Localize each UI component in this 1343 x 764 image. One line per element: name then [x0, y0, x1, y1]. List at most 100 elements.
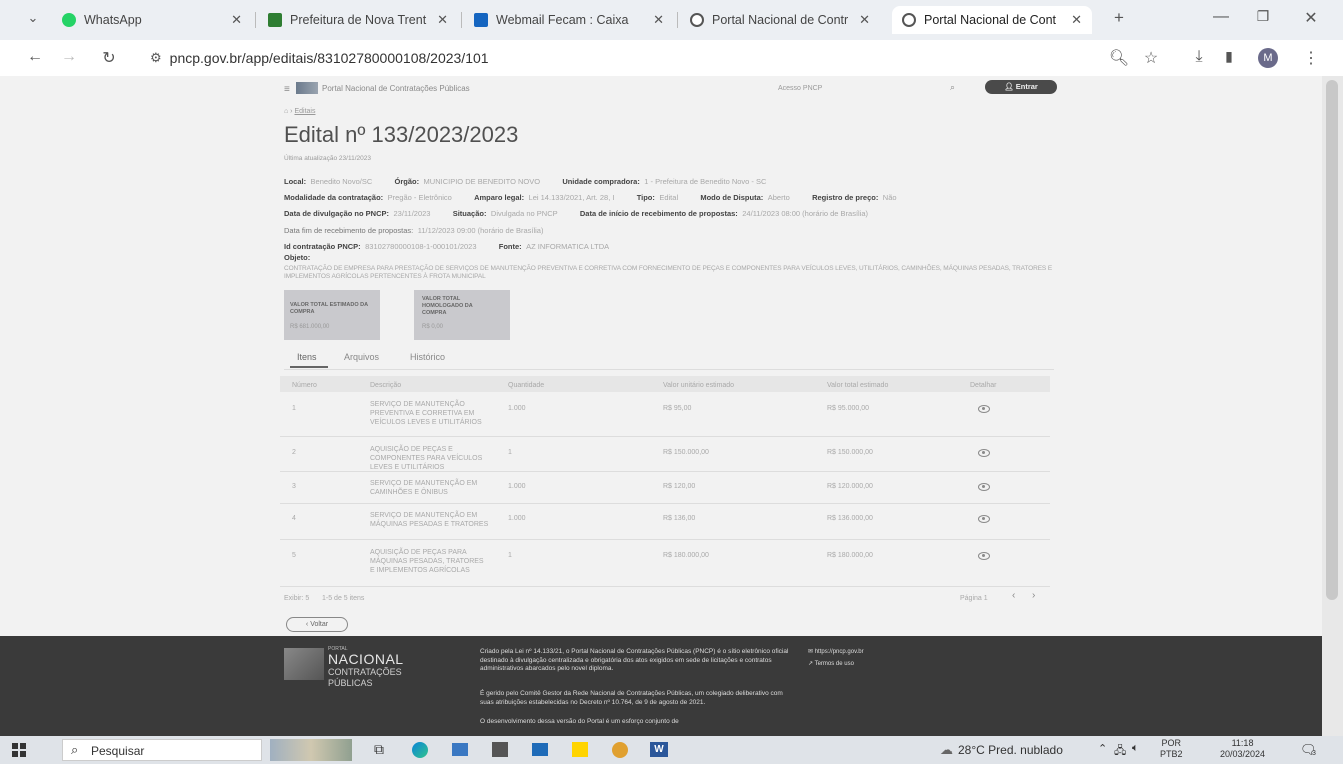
field-value: Não	[882, 193, 897, 202]
footer-paragraph-2: É gerido pelo Comitê Gestor da Rede Naci…	[480, 690, 783, 706]
tab-label: Portal Nacional de Cont	[924, 13, 1057, 27]
tab-prefeitura[interactable]: Prefeitura de Nova Trent ✕	[258, 6, 458, 34]
hamburger-menu-icon[interactable]: ≡	[284, 84, 290, 95]
whatsapp-favicon-icon	[62, 13, 76, 27]
address-bar[interactable]: ⚙ pncp.gov.br/app/editais/83102780000108…	[150, 46, 489, 70]
notification-count: 3	[1312, 750, 1316, 757]
language-indicator[interactable]: POR PTB2	[1160, 738, 1183, 760]
zoom-icon[interactable]: 🔍︎	[1108, 48, 1130, 68]
back-label: Voltar	[310, 621, 329, 628]
new-tab-plus-icon[interactable]: +	[1108, 8, 1130, 28]
store-app-icon[interactable]	[532, 743, 548, 756]
minimize-window-icon[interactable]: —	[1210, 8, 1232, 26]
tab-label: Portal Nacional de Contr	[712, 13, 849, 27]
task-view-icon[interactable]: ⧉	[374, 741, 384, 758]
tab-itens[interactable]: Itens	[297, 352, 317, 362]
bookmark-star-icon[interactable]: ☆	[1140, 48, 1162, 68]
objeto-label: Objeto:	[284, 253, 311, 262]
reload-icon[interactable]: ↻	[98, 48, 120, 68]
scrollbar-thumb[interactable]	[1326, 80, 1338, 600]
view-details-eye-icon[interactable]	[978, 552, 990, 560]
tab-search-chevron-icon[interactable]: ⌄	[22, 10, 44, 26]
windows-start-icon[interactable]	[12, 743, 26, 757]
search-icon[interactable]: ⌕	[950, 82, 955, 93]
close-tab-icon[interactable]: ✕	[859, 12, 870, 28]
field-label: Fonte:	[498, 242, 522, 251]
file-explorer-icon[interactable]	[572, 742, 588, 757]
profile-avatar[interactable]: M	[1258, 48, 1278, 68]
tab-historico[interactable]: Histórico	[410, 352, 445, 362]
previous-page-chevron-icon[interactable]: ‹	[1012, 590, 1015, 601]
col-quantidade[interactable]: Quantidade	[508, 381, 544, 390]
download-icon[interactable]: ⤓	[1188, 48, 1210, 66]
tab-portal-nacional-active[interactable]: Portal Nacional de Cont ✕	[892, 6, 1092, 34]
chrome-browser-icon[interactable]	[612, 742, 628, 758]
cell-valor-unitario: R$ 150.000,00	[663, 449, 709, 456]
network-icon[interactable]: 🖧︎	[1114, 742, 1126, 761]
cell-numero: 3	[292, 483, 296, 490]
tab-label: Webmail Fecam : Caixa	[496, 13, 629, 27]
mail-app-icon[interactable]	[452, 743, 468, 756]
view-details-eye-icon[interactable]	[978, 405, 990, 413]
view-details-eye-icon[interactable]	[978, 515, 990, 523]
row-divider	[280, 471, 1050, 472]
search-highlight-image	[270, 739, 352, 761]
url-text: pncp.gov.br/app/editais/83102780000108/2…	[169, 50, 489, 66]
word-app-icon[interactable]: W	[650, 742, 668, 757]
taskbar-search-box[interactable]: ⌕ Pesquisar	[62, 739, 262, 761]
header-link[interactable]: Acesso PNCP	[778, 85, 822, 92]
browser-menu-icon[interactable]: ⋮	[1300, 48, 1322, 68]
tray-chevron-icon[interactable]: ⌃	[1098, 742, 1107, 755]
table-header: Número Descrição Quantidade Valor unitár…	[280, 376, 1050, 392]
calendar-app-icon[interactable]	[492, 742, 508, 757]
table-row: 5 AQUISIÇÃO DE PEÇAS PARA MÁQUINAS PESAD…	[280, 543, 1050, 583]
cell-quantidade: 1	[508, 449, 512, 456]
close-tab-icon[interactable]: ✕	[1071, 12, 1082, 28]
next-page-chevron-icon[interactable]: ›	[1032, 590, 1035, 601]
footer-link-1[interactable]: ✉ https://pncp.gov.br	[808, 648, 864, 655]
close-window-icon[interactable]: ✕	[1300, 8, 1322, 28]
details-row-3: Data de divulgação no PNCP: 23/11/2023 S…	[284, 203, 868, 221]
field-value: Divulgada no PNCP	[490, 209, 558, 218]
close-tab-icon[interactable]: ✕	[437, 12, 448, 28]
external-link-icon: ↗	[808, 661, 814, 667]
cell-quantidade: 1	[508, 552, 512, 559]
edge-browser-icon[interactable]	[412, 742, 428, 758]
home-icon[interactable]: ⌂	[284, 108, 288, 115]
cell-quantidade: 1.000	[508, 515, 526, 522]
windows-taskbar: ⌕ Pesquisar ⧉ W ☁ 28°C Pred. nublado ⌃ 🖧…	[0, 736, 1343, 764]
footer-link-2[interactable]: ↗ Termos de uso	[808, 660, 854, 667]
page-indicator[interactable]: Página 1	[960, 594, 988, 603]
clock[interactable]: 11:18 20/03/2024	[1220, 738, 1265, 760]
view-details-eye-icon[interactable]	[978, 483, 990, 491]
forward-arrow-icon[interactable]: →	[58, 48, 80, 66]
col-numero[interactable]: Número	[292, 381, 317, 390]
cell-valor-unitario: R$ 120,00	[663, 483, 696, 490]
language-primary: POR	[1161, 738, 1182, 748]
globe-favicon-icon	[690, 13, 704, 27]
page-size-select[interactable]: Exibir: 5	[284, 594, 309, 603]
col-valor-unitario[interactable]: Valor unitário estimado	[663, 381, 734, 390]
breadcrumb: ⌂ › Editais	[284, 108, 316, 115]
table-row: 3 SERVIÇO DE MANUTENÇÃO EM CAMINHÕES E Ô…	[280, 474, 1050, 500]
tab-webmail[interactable]: Webmail Fecam : Caixa ✕	[464, 6, 674, 34]
tab-portal-nacional-1[interactable]: Portal Nacional de Contr ✕	[680, 6, 880, 34]
volume-icon[interactable]: 🔈︎	[1132, 742, 1139, 755]
weather-text[interactable]: 28°C Pred. nublado	[958, 743, 1063, 757]
site-settings-icon[interactable]: ⚙	[150, 50, 162, 66]
view-details-eye-icon[interactable]	[978, 449, 990, 457]
login-button[interactable]: 👤︎ Entrar	[985, 80, 1057, 94]
side-panel-icon[interactable]: ▮	[1218, 48, 1240, 65]
back-arrow-icon[interactable]: ←	[24, 48, 46, 66]
col-valor-total[interactable]: Valor total estimado	[827, 381, 888, 390]
restore-window-icon[interactable]: ❐	[1252, 8, 1274, 25]
browser-toolbar: ← → ↻ ⚙ pncp.gov.br/app/editais/83102780…	[0, 40, 1343, 77]
close-tab-icon[interactable]: ✕	[653, 12, 664, 28]
cell-valor-total: R$ 180.000,00	[827, 552, 873, 559]
tab-whatsapp[interactable]: WhatsApp ✕	[52, 6, 252, 34]
back-button[interactable]: ‹ Voltar	[286, 617, 348, 632]
breadcrumb-editais[interactable]: Editais	[294, 108, 315, 115]
tab-arquivos[interactable]: Arquivos	[344, 352, 379, 362]
col-descricao[interactable]: Descrição	[370, 381, 401, 390]
close-tab-icon[interactable]: ✕	[231, 12, 242, 28]
